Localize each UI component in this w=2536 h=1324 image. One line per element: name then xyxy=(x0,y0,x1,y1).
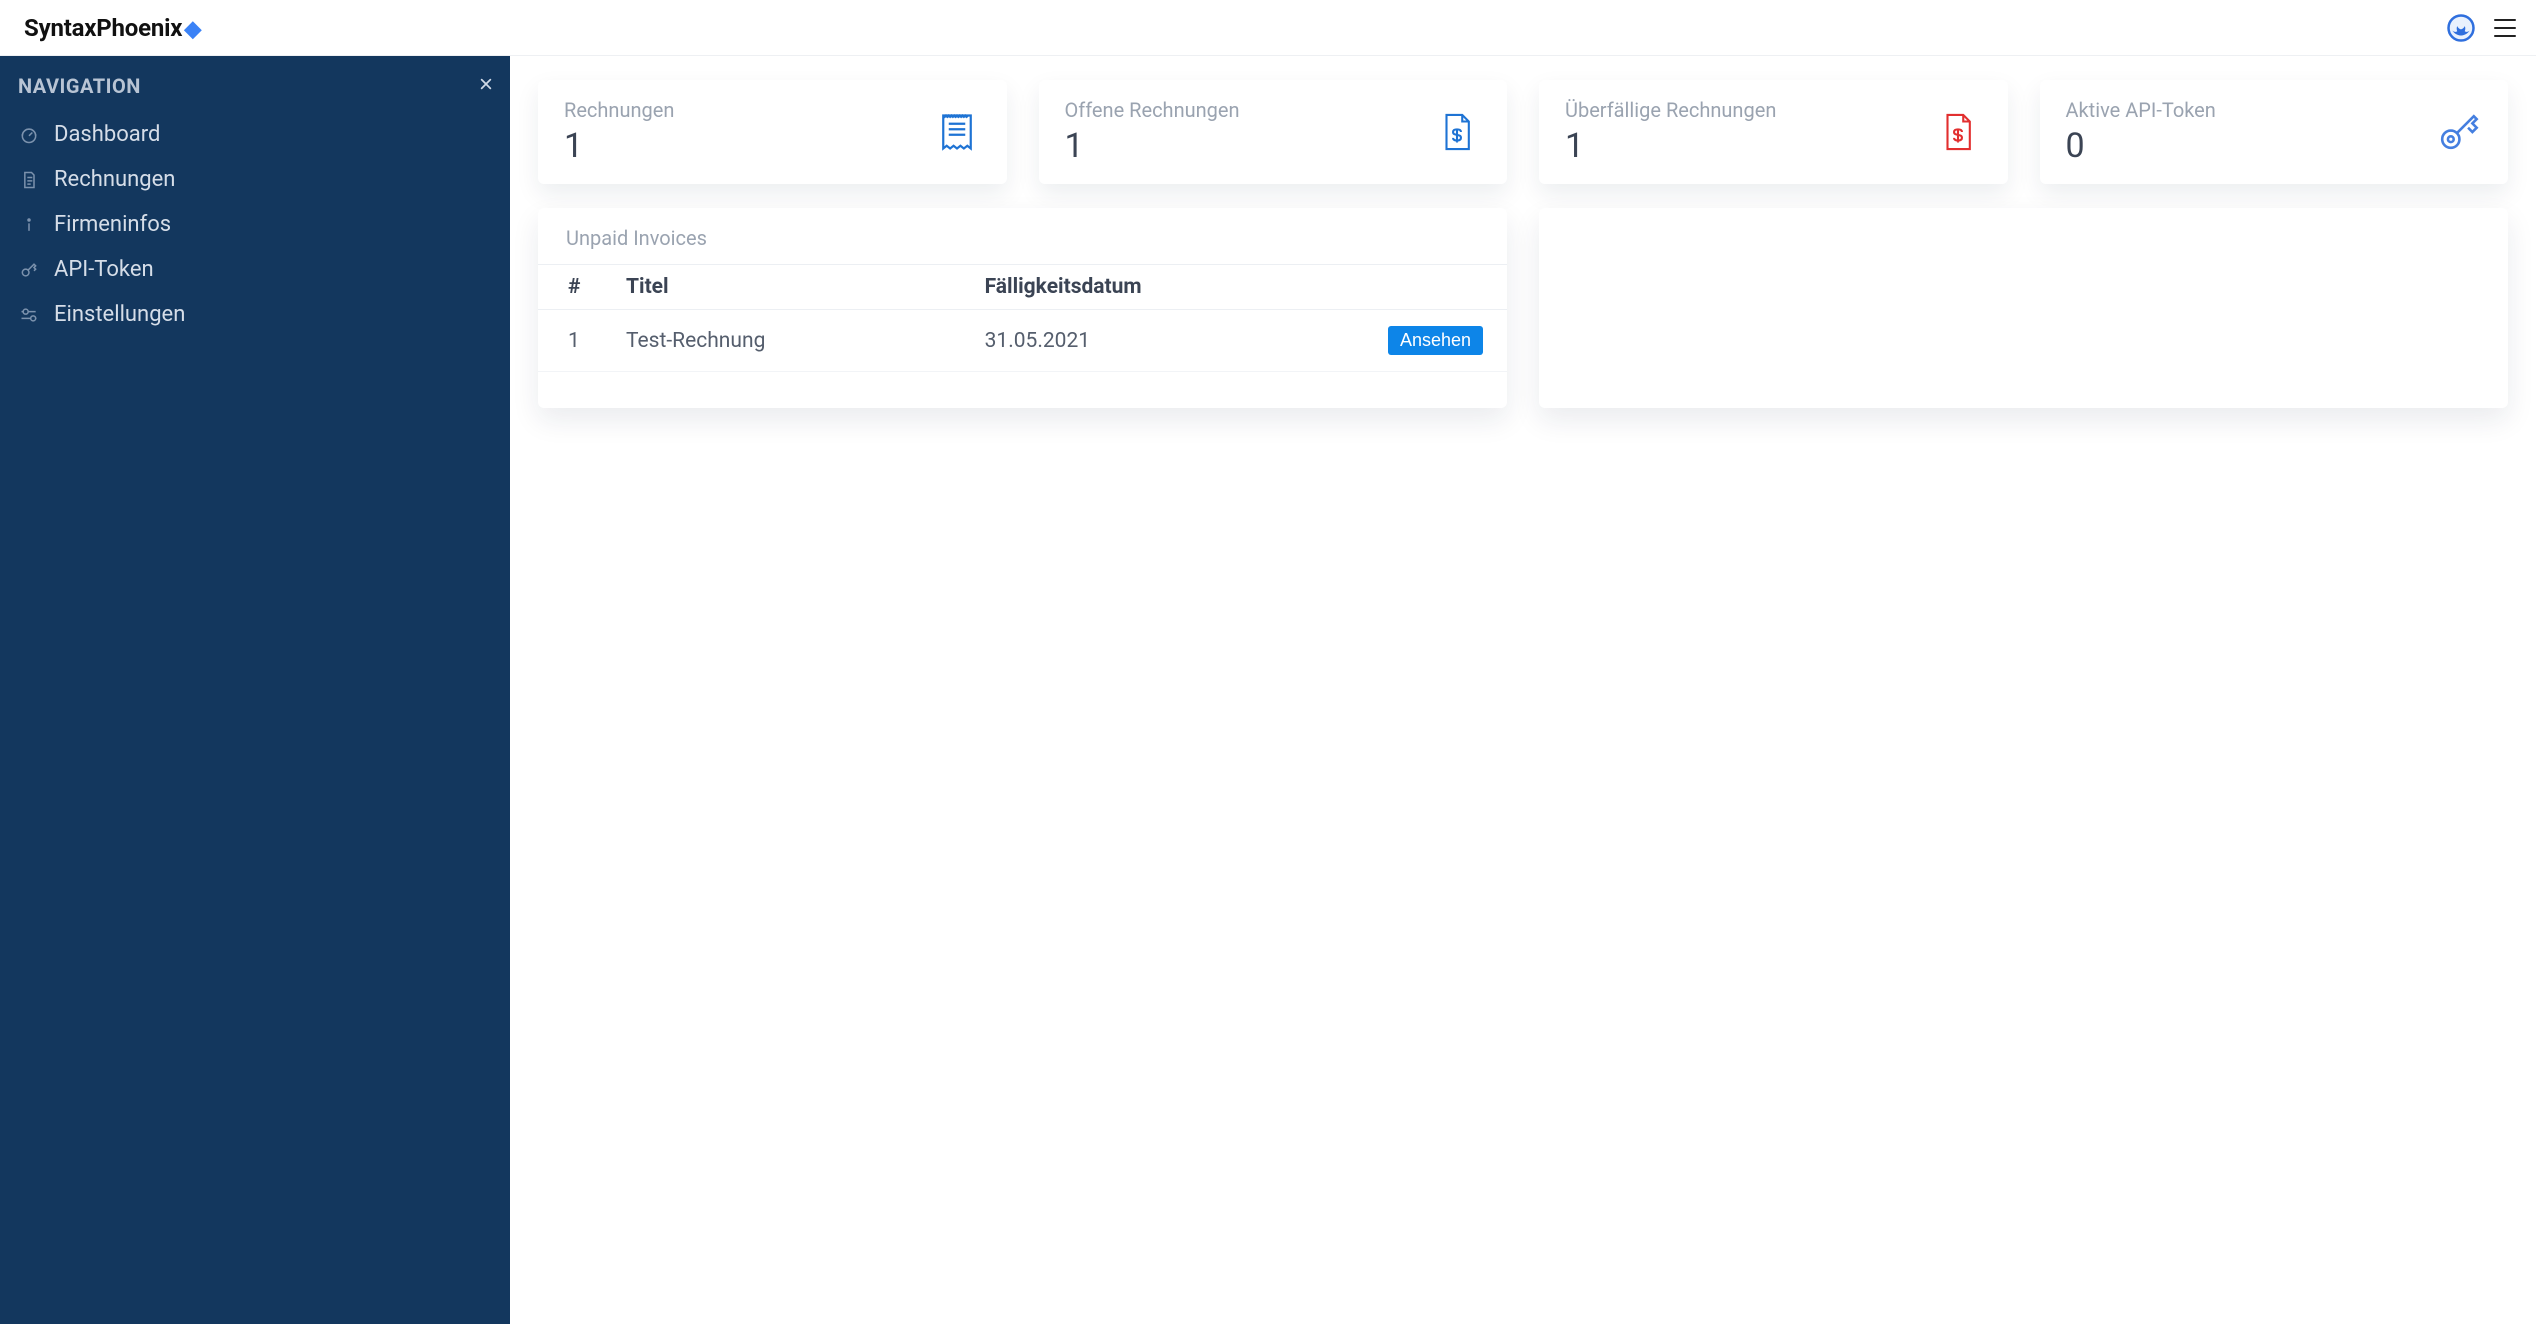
settings-icon xyxy=(18,304,40,326)
stat-value: 1 xyxy=(1065,126,1240,166)
stat-value: 1 xyxy=(1565,126,1776,166)
brand: SyntaxPhoenix ◆ xyxy=(24,14,201,42)
header-actions xyxy=(2446,13,2516,43)
panel-title: Unpaid Invoices xyxy=(538,208,1507,264)
empty-panel xyxy=(1539,208,2508,408)
menu-icon[interactable] xyxy=(2494,19,2516,37)
cell-num: 1 xyxy=(538,310,612,372)
cell-due: 31.05.2021 xyxy=(971,310,1367,372)
sidebar-item-label: Dashboard xyxy=(54,122,160,147)
table-header-row: # Titel Fälligkeitsdatum xyxy=(538,265,1507,310)
table-row: 1 Test-Rechnung 31.05.2021 Ansehen xyxy=(538,310,1507,372)
close-icon[interactable] xyxy=(474,72,498,96)
col-title: Titel xyxy=(612,265,971,310)
col-num: # xyxy=(538,265,612,310)
panels-row: Unpaid Invoices # Titel Fälligkeitsdatum… xyxy=(538,208,2508,408)
stat-value: 1 xyxy=(564,126,674,166)
stat-card-api-token: Aktive API-Token 0 xyxy=(2040,80,2509,184)
stats-row: Rechnungen 1 Offene Rechnungen 1 xyxy=(538,80,2508,184)
cell-title: Test-Rechnung xyxy=(612,310,971,372)
unpaid-invoices-table: # Titel Fälligkeitsdatum 1 Test-Rechnung… xyxy=(538,264,1507,372)
sidebar-item-label: API-Token xyxy=(54,257,154,282)
dashboard-icon xyxy=(18,124,40,146)
view-invoice-button[interactable]: Ansehen xyxy=(1388,326,1483,355)
sidebar-item-label: Rechnungen xyxy=(54,167,175,192)
stat-label: Offene Rechnungen xyxy=(1065,98,1240,122)
key-icon xyxy=(18,259,40,281)
sidebar-item-dashboard[interactable]: Dashboard xyxy=(0,112,510,157)
key-icon xyxy=(2434,108,2482,156)
stat-value: 0 xyxy=(2066,126,2216,166)
main-content: Rechnungen 1 Offene Rechnungen 1 xyxy=(510,56,2536,1324)
sidebar-item-api-token[interactable]: API-Token xyxy=(0,247,510,292)
stat-label: Aktive API-Token xyxy=(2066,98,2216,122)
phoenix-icon[interactable] xyxy=(2446,13,2476,43)
nav-list: Dashboard Rechnungen Firmeninfos API-Tok… xyxy=(0,112,510,337)
col-action xyxy=(1367,265,1507,310)
sidebar-item-label: Einstellungen xyxy=(54,302,185,327)
brand-text: SyntaxPhoenix xyxy=(24,14,182,42)
app-header: SyntaxPhoenix ◆ xyxy=(0,0,2536,56)
col-due: Fälligkeitsdatum xyxy=(971,265,1367,310)
unpaid-invoices-panel: Unpaid Invoices # Titel Fälligkeitsdatum… xyxy=(538,208,1507,408)
sidebar-heading: NAVIGATION xyxy=(0,56,510,112)
stat-card-ueberfaellige-rechnungen: Überfällige Rechnungen 1 xyxy=(1539,80,2008,184)
stat-card-rechnungen: Rechnungen 1 xyxy=(538,80,1007,184)
stat-card-offene-rechnungen: Offene Rechnungen 1 xyxy=(1039,80,1508,184)
sidebar-item-firmeninfos[interactable]: Firmeninfos xyxy=(0,202,510,247)
invoice-overdue-icon xyxy=(1934,108,1982,156)
sidebar-item-einstellungen[interactable]: Einstellungen xyxy=(0,292,510,337)
invoice-dollar-icon xyxy=(1433,108,1481,156)
sidebar: NAVIGATION Dashboard Rechnungen Firmenin… xyxy=(0,56,510,1324)
stat-label: Rechnungen xyxy=(564,98,674,122)
sidebar-item-label: Firmeninfos xyxy=(54,212,171,237)
brand-dot-icon: ◆ xyxy=(184,17,201,42)
document-icon xyxy=(18,169,40,191)
receipt-icon xyxy=(933,108,981,156)
sidebar-item-rechnungen[interactable]: Rechnungen xyxy=(0,157,510,202)
cell-action: Ansehen xyxy=(1367,310,1507,372)
stat-label: Überfällige Rechnungen xyxy=(1565,98,1776,122)
info-icon xyxy=(18,214,40,236)
